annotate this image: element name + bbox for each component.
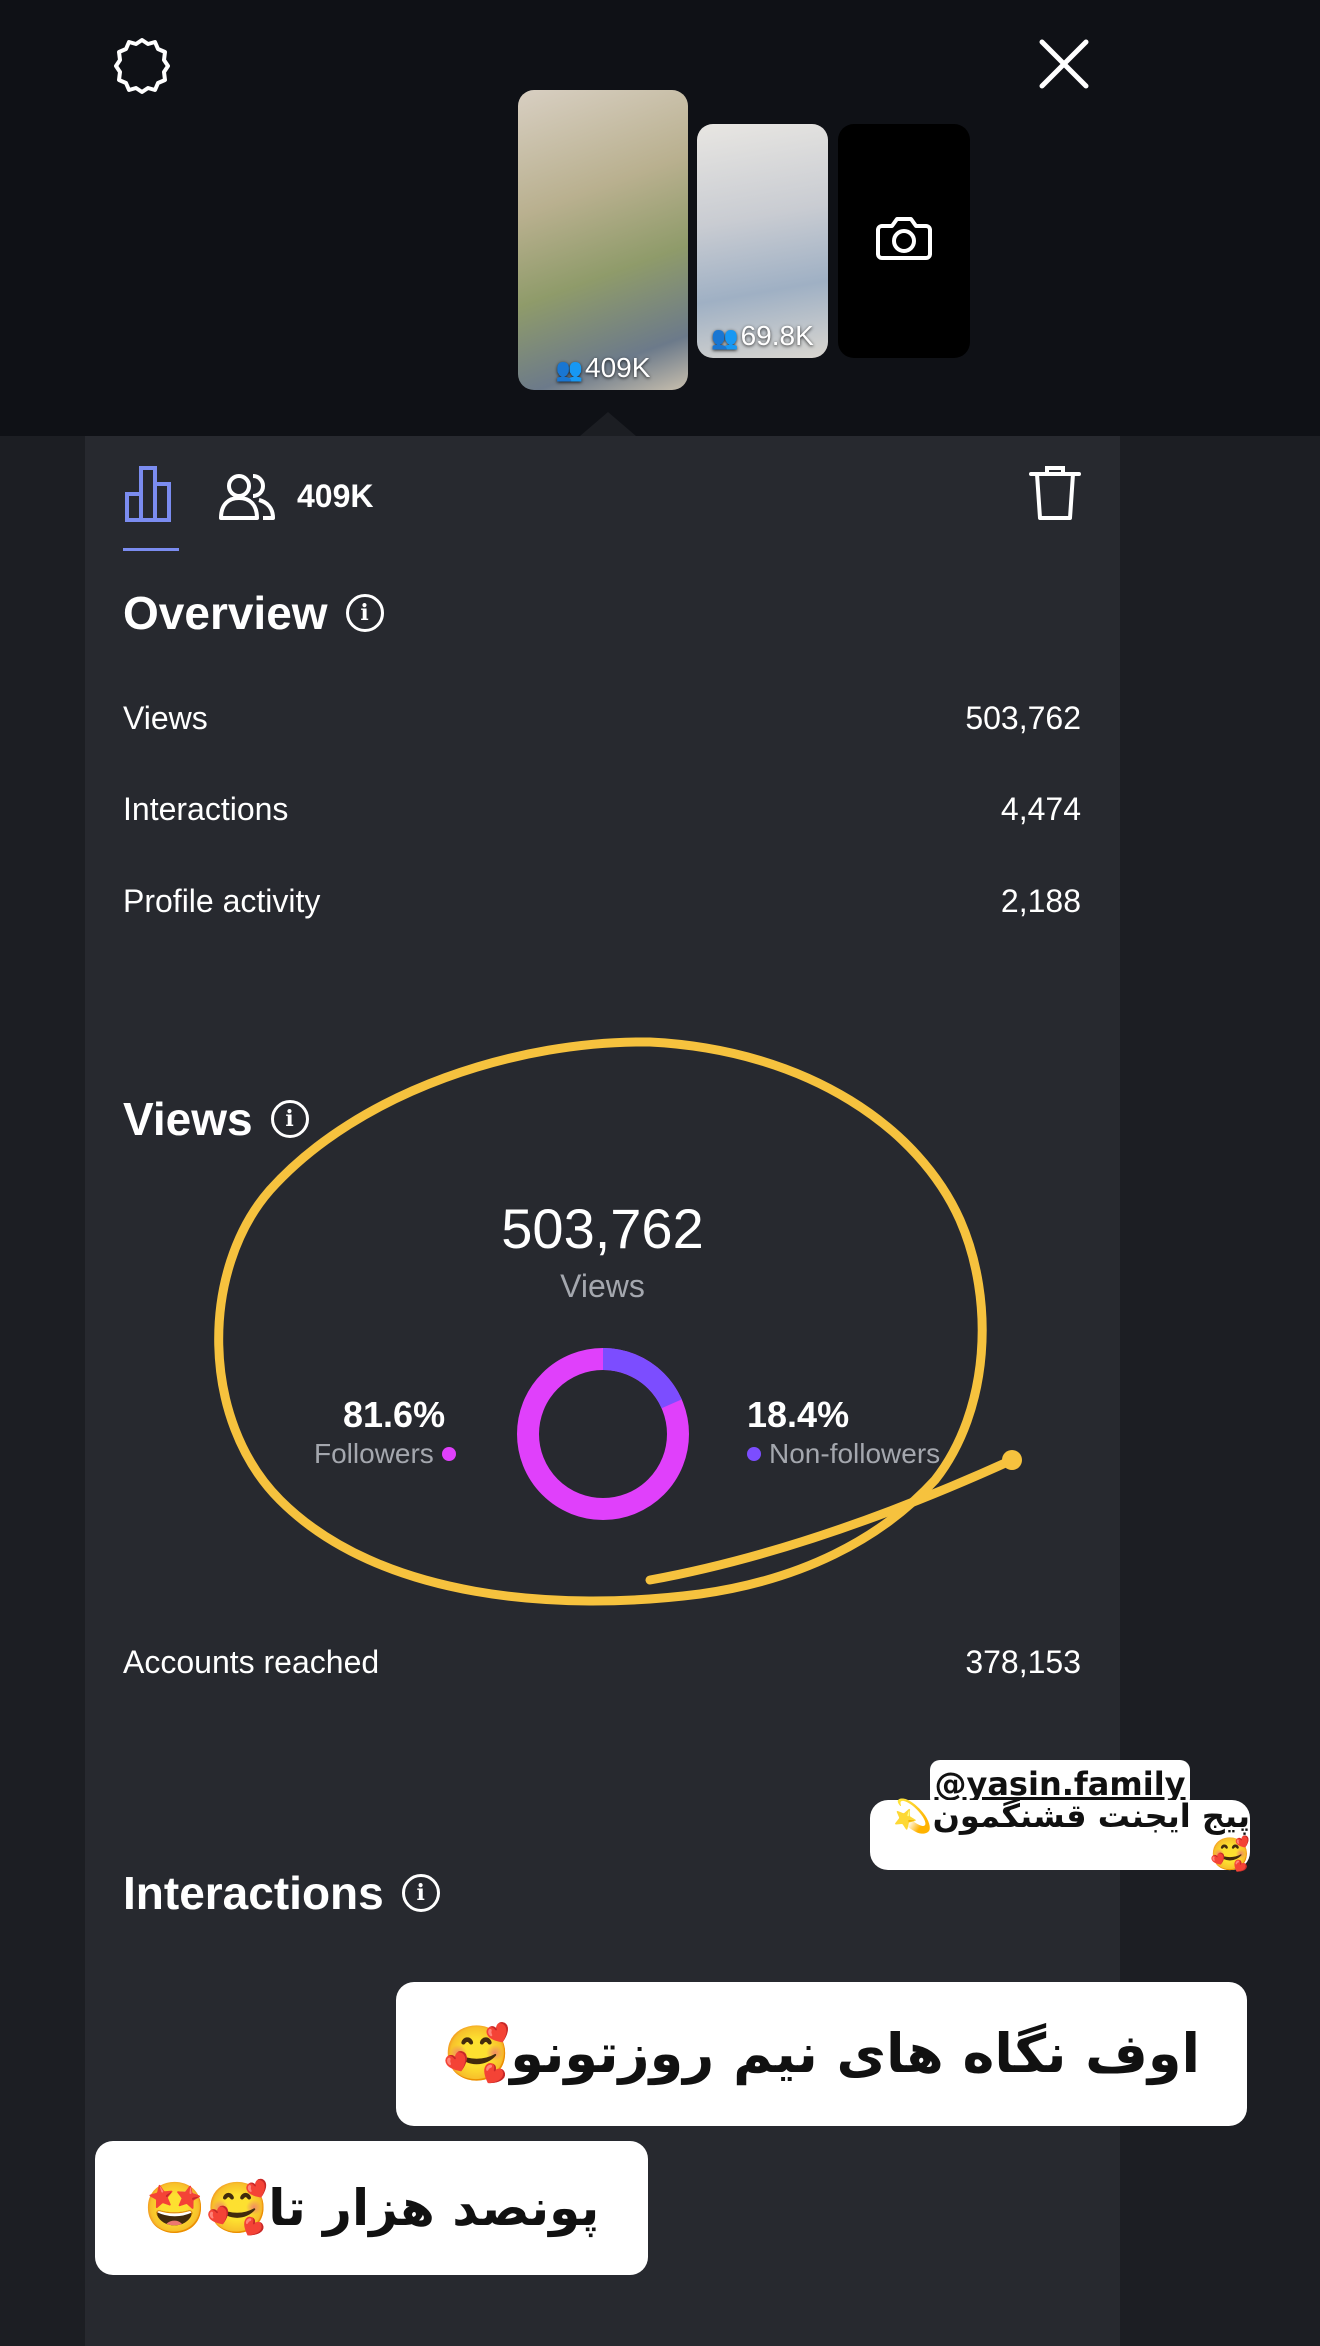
caption-sticker: پیج ایجنت قشنگمون💫🥰 xyxy=(870,1797,1250,1873)
caption-sticker: پونصد هزار تا🥰🤩 xyxy=(95,2141,648,2275)
caption-sticker: اوف نگاه های نیم روزتونو🥰 xyxy=(396,1982,1247,2126)
